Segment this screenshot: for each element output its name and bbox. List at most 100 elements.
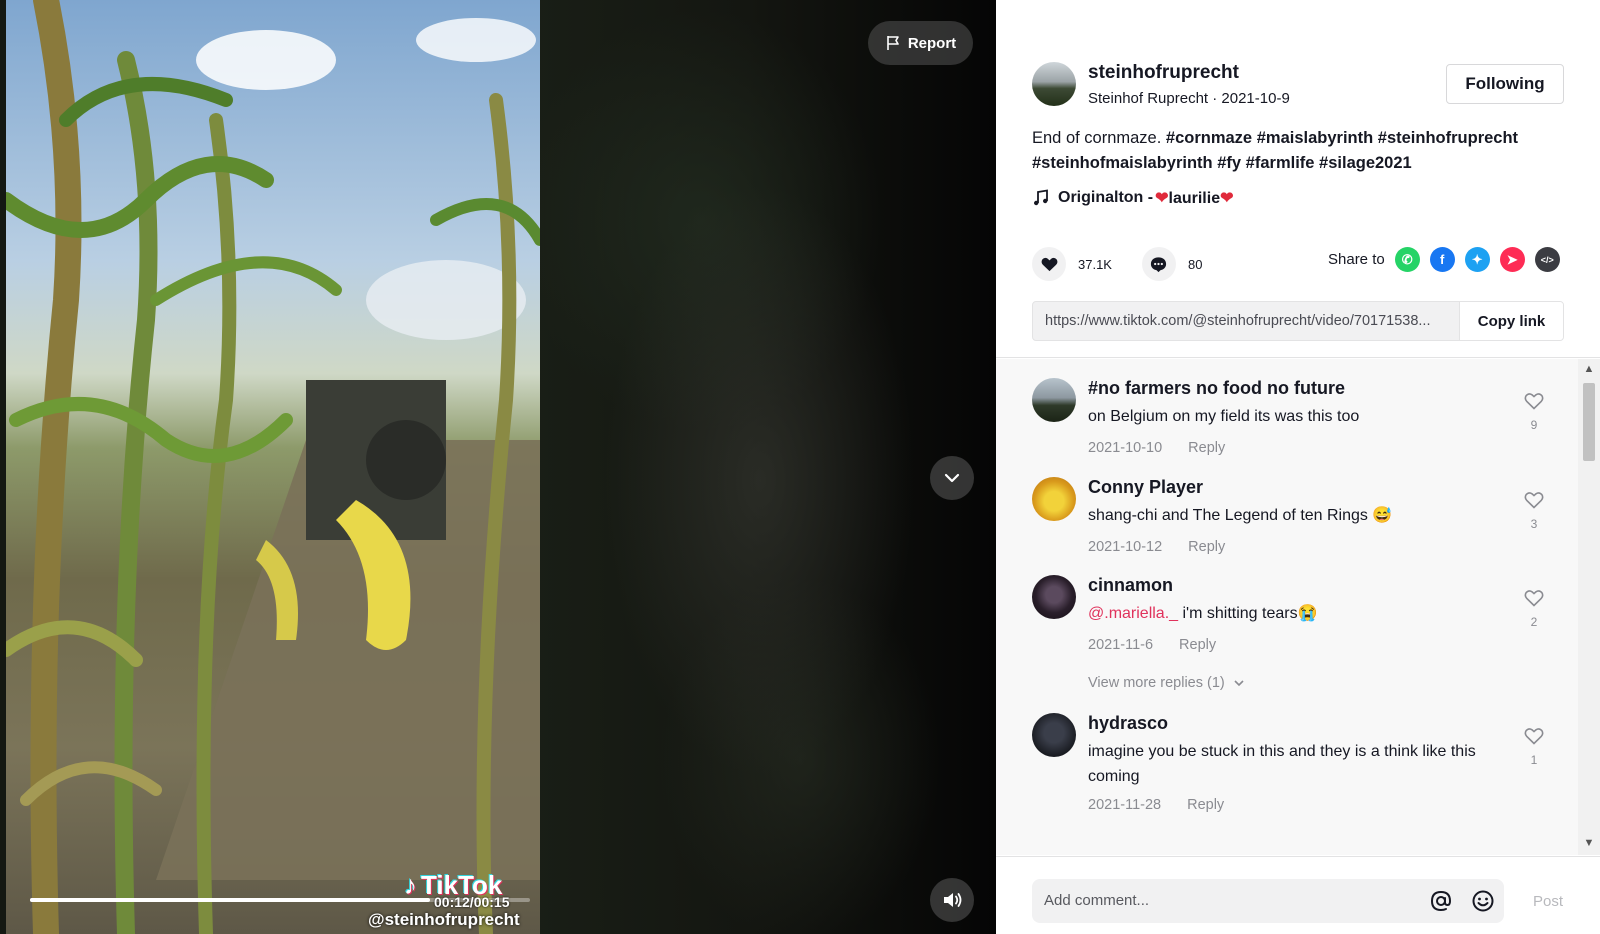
engagement-stats: 37.1K 80 xyxy=(1032,247,1220,281)
scroll-thumb[interactable] xyxy=(1583,383,1595,461)
details-panel: steinhofruprecht Steinhof Ruprecht · 202… xyxy=(996,0,1600,934)
hashtag-link[interactable]: #maislabyrinth xyxy=(1257,129,1373,147)
emoji-icon[interactable] xyxy=(1470,888,1496,914)
hashtag-link[interactable]: #steinhofruprecht xyxy=(1378,129,1518,147)
hashtag-link[interactable]: #cornmaze xyxy=(1166,129,1252,147)
comment-like-button[interactable]: 1 xyxy=(1522,725,1546,767)
music-note-icon xyxy=(1034,189,1048,206)
copy-link-button[interactable]: Copy link xyxy=(1459,302,1563,340)
comment-meta: 2021-11-6 Reply xyxy=(1088,637,1216,653)
video-progress-fill xyxy=(30,898,430,902)
volume-button[interactable] xyxy=(930,878,974,922)
comment-button[interactable] xyxy=(1141,247,1176,281)
reply-button[interactable]: Reply xyxy=(1188,539,1225,555)
view-more-replies-button[interactable]: View more replies (1) xyxy=(1088,675,1245,691)
commenter-name[interactable]: Conny Player xyxy=(1088,477,1203,498)
video-description: End of cornmaze. #cornmaze #maislabyrint… xyxy=(1032,126,1572,176)
speaker-icon xyxy=(944,893,962,907)
video-player[interactable]: ♪ TikTok 00:12/00:15 @steinhofruprecht R… xyxy=(0,0,996,934)
view-more-replies-label: View more replies (1) xyxy=(1088,675,1225,691)
video-time-readout: 00:12/00:15 xyxy=(434,894,510,910)
following-button[interactable]: Following xyxy=(1446,64,1564,104)
tiktok-video-page: ♪ TikTok 00:12/00:15 @steinhofruprecht R… xyxy=(0,0,1600,934)
comment-meta: 2021-10-10 Reply xyxy=(1088,440,1225,456)
comment-meta: 2021-10-12 Reply xyxy=(1088,539,1225,555)
heart-icon xyxy=(1041,257,1057,271)
reply-button[interactable]: Reply xyxy=(1188,440,1225,456)
embed-icon[interactable]: </> xyxy=(1534,247,1560,272)
author-subtitle: Steinhof Ruprecht · 2021-10-9 xyxy=(1088,90,1290,107)
mention-link[interactable]: @.mariella._ xyxy=(1088,605,1178,622)
comment-like-count: 1 xyxy=(1530,753,1538,767)
red-heart-emoji-icon: ❤ xyxy=(1220,190,1234,207)
commenter-avatar[interactable] xyxy=(1032,378,1076,422)
comment-text: @.mariella._ i'm shitting tears😭 xyxy=(1088,601,1508,626)
reply-button[interactable]: Reply xyxy=(1179,637,1216,653)
add-comment-input[interactable]: Add comment... xyxy=(1032,879,1504,923)
heart-outline-icon xyxy=(1524,728,1544,745)
hashtag-link[interactable]: #farmlife xyxy=(1246,154,1315,172)
comment-meta: 2021-11-28 Reply xyxy=(1088,797,1224,813)
chevron-down-icon xyxy=(944,473,960,483)
scroll-down-arrow-icon[interactable]: ▼ xyxy=(1583,837,1595,849)
comments-scrollbar[interactable]: ▲ ▼ xyxy=(1578,359,1600,855)
commenter-avatar[interactable] xyxy=(1032,713,1076,757)
reply-button[interactable]: Reply xyxy=(1187,797,1224,813)
like-count: 37.1K xyxy=(1078,256,1112,272)
hashtag-link[interactable]: #steinhofmaislabyrinth xyxy=(1032,154,1213,172)
red-heart-emoji-icon: ❤ xyxy=(1155,190,1169,207)
music-name: laurilie xyxy=(1168,190,1221,207)
heart-outline-icon xyxy=(1524,492,1544,509)
comment-text: imagine you be stuck in this and they is… xyxy=(1088,743,1476,785)
video-link-text[interactable]: https://www.tiktok.com/@steinhofruprecht… xyxy=(1033,302,1459,340)
whatsapp-icon[interactable]: ✆ xyxy=(1394,247,1420,272)
video-info-header: steinhofruprecht Steinhof Ruprecht · 202… xyxy=(996,0,1600,358)
comment-bubble-icon xyxy=(1151,256,1167,272)
chevron-down-icon xyxy=(1234,680,1244,687)
comment-list[interactable]: #no farmers no food no future on Belgium… xyxy=(996,359,1600,855)
music-link[interactable]: Originalton - ❤laurilie❤ xyxy=(1032,188,1234,208)
send-icon[interactable]: ➤ xyxy=(1499,247,1525,272)
comment-like-button[interactable]: 2 xyxy=(1522,587,1546,629)
comment-like-count: 2 xyxy=(1530,615,1538,629)
comment-date: 2021-11-28 xyxy=(1088,797,1162,813)
facebook-icon[interactable]: f xyxy=(1429,247,1455,272)
comment-composer: Add comment... Post xyxy=(996,856,1600,934)
video-frame[interactable] xyxy=(6,0,540,934)
comment-like-button[interactable]: 9 xyxy=(1522,390,1546,432)
heart-outline-icon xyxy=(1524,393,1544,410)
hashtag-link[interactable]: #fy xyxy=(1217,154,1241,172)
commenter-name[interactable]: cinnamon xyxy=(1088,575,1173,596)
at-mention-icon[interactable] xyxy=(1428,888,1454,914)
video-link-box: https://www.tiktok.com/@steinhofruprecht… xyxy=(1032,301,1564,341)
scroll-up-arrow-icon[interactable]: ▲ xyxy=(1583,363,1595,375)
add-comment-placeholder: Add comment... xyxy=(1044,892,1150,909)
twitter-icon[interactable]: ✦ xyxy=(1464,247,1490,272)
author-avatar[interactable] xyxy=(1032,62,1076,106)
comment-text: shang-chi and The Legend of ten Rings 😅 xyxy=(1088,507,1393,524)
commenter-name[interactable]: #no farmers no food no future xyxy=(1088,378,1345,399)
commenter-avatar[interactable] xyxy=(1032,477,1076,521)
like-button[interactable] xyxy=(1032,247,1066,281)
cornfield-scene xyxy=(6,0,540,934)
report-button[interactable]: Report xyxy=(868,21,973,65)
tiktok-note-icon: ♪ xyxy=(404,870,417,900)
comment-like-button[interactable]: 3 xyxy=(1522,489,1546,531)
next-video-button[interactable] xyxy=(930,456,974,500)
post-button[interactable]: Post xyxy=(1533,893,1563,910)
commenter-name[interactable]: hydrasco xyxy=(1088,713,1168,734)
comment-like-count: 9 xyxy=(1530,418,1538,432)
comment-date: 2021-10-10 xyxy=(1088,440,1163,456)
report-label: Report xyxy=(907,34,957,52)
comment-like-count: 3 xyxy=(1530,517,1538,531)
hashtag-link[interactable]: #silage2021 xyxy=(1319,154,1412,172)
share-row: Share to ✆ f ✦ ➤ </> xyxy=(1328,247,1560,272)
author-username[interactable]: steinhofruprecht xyxy=(1088,62,1239,84)
description-text: End of cornmaze. xyxy=(1032,129,1166,147)
commenter-avatar[interactable] xyxy=(1032,575,1076,619)
comment-date: 2021-10-12 xyxy=(1088,539,1163,555)
comment-date: 2021-11-6 xyxy=(1088,637,1154,653)
flag-icon xyxy=(887,36,899,50)
comment-text-body: i'm shitting tears😭 xyxy=(1178,605,1318,622)
comment-count: 80 xyxy=(1187,256,1203,272)
